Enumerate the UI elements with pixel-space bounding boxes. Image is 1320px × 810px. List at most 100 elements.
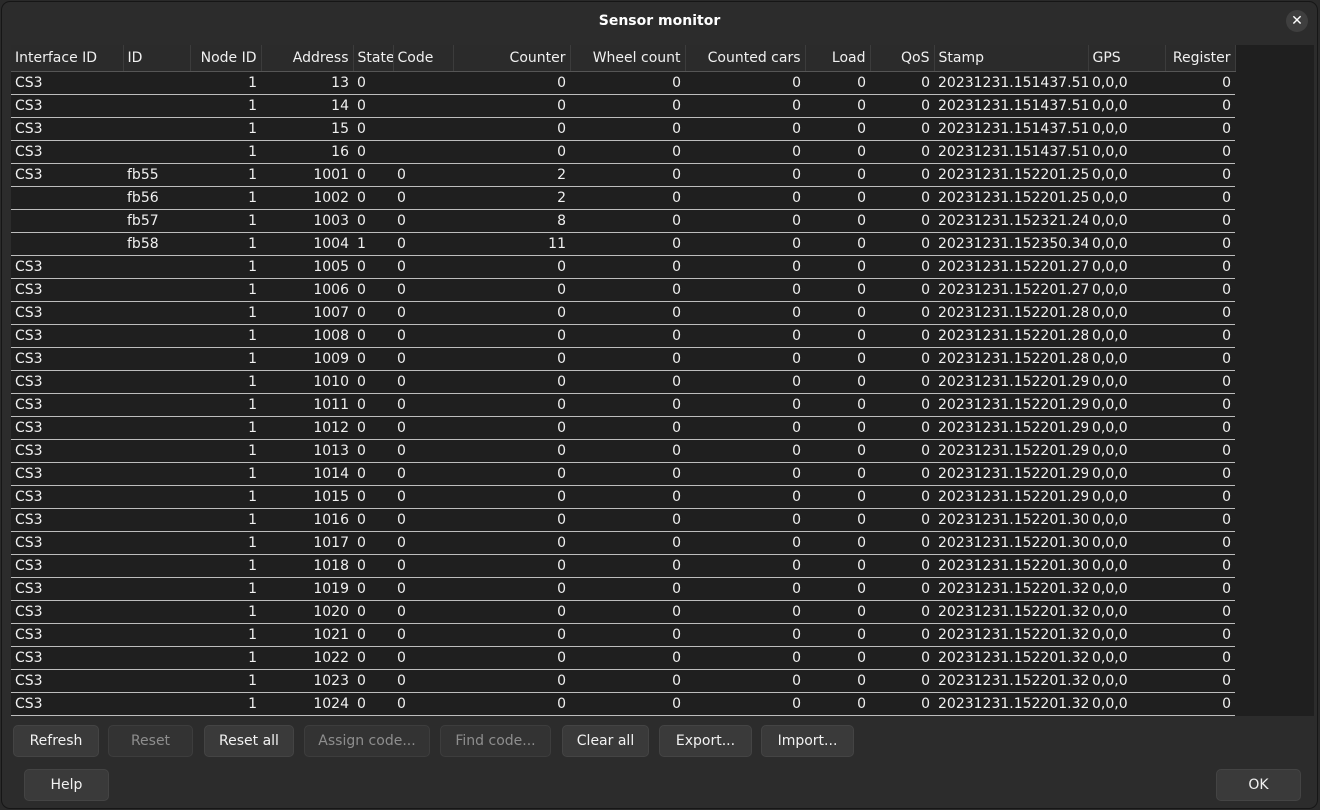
table-cell: 0	[685, 278, 805, 302]
table-row[interactable]: CS3 1 1012 0 0 0 0 0 0 0 20231231.152201.298 0,0,0 0	[11, 416, 1235, 440]
table-row[interactable]: CS3 1 1008 0 0 0 0 0 0 0 20231231.152201.288 0,0,0 0	[11, 324, 1235, 348]
column-header[interactable]: Address	[261, 45, 354, 72]
table-cell: 0	[453, 71, 570, 95]
refresh-button[interactable]: Refresh	[13, 725, 99, 757]
column-header[interactable]: GPS	[1088, 45, 1166, 72]
table-row[interactable]: fb57 1 1003 0 0 8 0 0 0 0 20231231.152321.249 0,0,0…	[11, 209, 1235, 233]
table-cell: 0	[570, 324, 685, 348]
table-cell: 1	[190, 209, 261, 233]
table-cell: 0	[453, 485, 570, 509]
table-cell: 0	[453, 439, 570, 463]
table-cell: 0	[870, 163, 934, 187]
table-cell: 20231231.152201.320	[934, 623, 1088, 647]
table-cell: 0	[1165, 692, 1235, 716]
table-cell: 0	[805, 301, 870, 325]
ok-button[interactable]: OK	[1216, 769, 1301, 801]
close-icon[interactable]: ✕	[1286, 10, 1308, 32]
column-header[interactable]: Counter	[453, 45, 571, 72]
table-row[interactable]: CS3 1 1018 0 0 0 0 0 0 0 20231231.152201.309 0,0,0 0	[11, 554, 1235, 578]
table-cell: 0	[393, 255, 453, 279]
table-row[interactable]: CS3 1 1010 0 0 0 0 0 0 0 20231231.152201.298 0,0,0 0	[11, 370, 1235, 394]
table-cell: 1013	[261, 439, 353, 463]
column-header[interactable]: Wheel count	[570, 45, 686, 72]
table-cell: 20231231.152201.309	[934, 508, 1088, 532]
table-row[interactable]: CS3 1 1007 0 0 0 0 0 0 0 20231231.152201.288 0,0,0 0	[11, 301, 1235, 325]
table-cell: 1015	[261, 485, 353, 509]
table-cell: 0	[453, 577, 570, 601]
table-cell: 0	[353, 554, 393, 578]
sensor-table-container[interactable]: Interface ID ID Node ID Address State Code Cou…	[11, 45, 1314, 716]
table-row[interactable]: CS3 1 1023 0 0 0 0 0 0 0 20231231.152201.320 0,0,0 0	[11, 669, 1235, 693]
table-cell: 0,0,0	[1088, 278, 1165, 302]
table-cell: 0,0,0	[1088, 186, 1165, 210]
import-button[interactable]: Import...	[761, 725, 854, 757]
table-row[interactable]: CS3 1 1017 0 0 0 0 0 0 0 20231231.152201.309 0,0,0 0	[11, 531, 1235, 555]
column-header[interactable]: Interface ID	[11, 45, 124, 72]
table-row[interactable]: CS3 1 15 0 0 0 0 0 0 20231231.151437.512 0,0,0 0	[11, 117, 1235, 141]
table-cell: 0	[1165, 278, 1235, 302]
table-row[interactable]: CS3 1 1011 0 0 0 0 0 0 0 20231231.152201.298 0,0,0 0	[11, 393, 1235, 417]
table-row[interactable]: CS3 1 16 0 0 0 0 0 0 20231231.151437.512 0,0,0 0	[11, 140, 1235, 164]
table-cell: 1	[190, 94, 261, 118]
table-row[interactable]: CS3 1 1024 0 0 0 0 0 0 0 20231231.152201.320 0,0,0 0	[11, 692, 1235, 716]
table-cell: 0	[453, 94, 570, 118]
reset-button[interactable]: Reset	[108, 725, 193, 757]
table-cell: 0	[393, 623, 453, 647]
table-cell: 0,0,0	[1088, 370, 1165, 394]
table-cell: CS3	[11, 508, 123, 532]
table-row[interactable]: CS3 1 1020 0 0 0 0 0 0 0 20231231.152201.320 0,0,0 0	[11, 600, 1235, 624]
table-row[interactable]: CS3 fb55 1 1001 0 0 2 0 0 0 0 20231231.152201.256 0,…	[11, 163, 1235, 187]
column-header[interactable]: Load	[805, 45, 871, 72]
table-cell: 1	[190, 623, 261, 647]
table-cell: 0	[570, 186, 685, 210]
table-cell: 0	[393, 324, 453, 348]
table-row[interactable]: CS3 1 1016 0 0 0 0 0 0 0 20231231.152201.309 0,0,0 0	[11, 508, 1235, 532]
table-row[interactable]: CS3 1 14 0 0 0 0 0 0 20231231.151437.512 0,0,0 0	[11, 94, 1235, 118]
table-row[interactable]: CS3 1 13 0 0 0 0 0 0 20231231.151437.511 0,0,0 0	[11, 71, 1235, 95]
table-row[interactable]: fb56 1 1002 0 0 2 0 0 0 0 20231231.152201.256 0,0,0…	[11, 186, 1235, 210]
table-row[interactable]: fb58 1 1004 1 0 11 0 0 0 0 20231231.152350.345 0,0,…	[11, 232, 1235, 256]
table-cell	[393, 117, 453, 141]
table-row[interactable]: CS3 1 1021 0 0 0 0 0 0 0 20231231.152201.320 0,0,0 0	[11, 623, 1235, 647]
table-cell: 0	[685, 209, 805, 233]
column-header[interactable]: ID	[123, 45, 191, 72]
table-row[interactable]: CS3 1 1006 0 0 0 0 0 0 0 20231231.152201.277 0,0,0 0	[11, 278, 1235, 302]
table-cell: 0	[353, 462, 393, 486]
column-header[interactable]: Code	[393, 45, 454, 72]
assign-code-button[interactable]: Assign code...	[304, 725, 430, 757]
table-cell: 0	[393, 278, 453, 302]
table-cell: 0,0,0	[1088, 255, 1165, 279]
table-cell: 0	[353, 393, 393, 417]
export-button[interactable]: Export...	[659, 725, 752, 757]
help-button[interactable]: Help	[24, 769, 109, 801]
column-header[interactable]: Stamp	[934, 45, 1089, 72]
table-row[interactable]: CS3 1 1013 0 0 0 0 0 0 0 20231231.152201.299 0,0,0 0	[11, 439, 1235, 463]
table-cell: 0	[805, 623, 870, 647]
table-row[interactable]: CS3 1 1019 0 0 0 0 0 0 0 20231231.152201.320 0,0,0 0	[11, 577, 1235, 601]
table-cell: 0	[870, 186, 934, 210]
table-cell: CS3	[11, 278, 123, 302]
column-header[interactable]: State	[353, 45, 394, 72]
table-cell: 0	[805, 370, 870, 394]
table-cell: CS3	[11, 255, 123, 279]
table-row[interactable]: CS3 1 1015 0 0 0 0 0 0 0 20231231.152201.299 0,0,0 0	[11, 485, 1235, 509]
clear-all-button[interactable]: Clear all	[562, 725, 649, 757]
column-header[interactable]: Node ID	[190, 45, 262, 72]
find-code-button[interactable]: Find code...	[440, 725, 551, 757]
table-cell: 20231231.152201.320	[934, 692, 1088, 716]
column-header[interactable]: QoS	[870, 45, 935, 72]
table-row[interactable]: CS3 1 1022 0 0 0 0 0 0 0 20231231.152201.320 0,0,0 0	[11, 646, 1235, 670]
column-header[interactable]: Counted cars	[685, 45, 806, 72]
table-cell: 0	[393, 646, 453, 670]
table-row[interactable]: CS3 1 1009 0 0 0 0 0 0 0 20231231.152201.288 0,0,0 0	[11, 347, 1235, 371]
table-cell	[11, 209, 123, 233]
table-row[interactable]: CS3 1 1014 0 0 0 0 0 0 0 20231231.152201.299 0,0,0 0	[11, 462, 1235, 486]
reset-all-button[interactable]: Reset all	[204, 725, 294, 757]
table-cell: 1	[190, 347, 261, 371]
table-cell: 20231231.152201.288	[934, 301, 1088, 325]
table-row[interactable]: CS3 1 1005 0 0 0 0 0 0 0 20231231.152201.277 0,0,0 0	[11, 255, 1235, 279]
column-header[interactable]: Register	[1165, 45, 1236, 72]
table-cell: 0	[570, 71, 685, 95]
table-cell: 0	[870, 255, 934, 279]
table-cell: 1	[190, 508, 261, 532]
